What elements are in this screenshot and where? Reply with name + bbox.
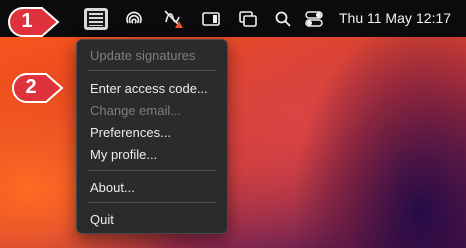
- screen-mirroring-icon[interactable]: [238, 9, 258, 29]
- menu-item-preferences[interactable]: Preferences...: [90, 125, 171, 140]
- menu-separator: [87, 70, 217, 71]
- window-icon[interactable]: [201, 9, 221, 29]
- document-list-icon[interactable]: [84, 8, 108, 30]
- signature-alert-icon[interactable]: [163, 9, 183, 29]
- menu-bar-time[interactable]: 12:17: [416, 10, 451, 26]
- callout-2: 2: [10, 71, 64, 105]
- menu-separator: [87, 170, 217, 171]
- menu-item-about[interactable]: About...: [90, 180, 135, 195]
- menu-bar: Thu 11 May 12:17: [0, 0, 466, 37]
- callout-1-number: 1: [21, 10, 33, 32]
- menu-item-change-email: Change email...: [90, 103, 182, 118]
- app-dropdown-menu: Update signatures Enter access code... C…: [76, 39, 228, 234]
- control-center-icon[interactable]: [304, 9, 324, 29]
- menu-item-update-signatures: Update signatures: [90, 48, 196, 63]
- menu-item-my-profile[interactable]: My profile...: [90, 147, 157, 162]
- fingerprint-icon[interactable]: [124, 9, 144, 29]
- search-icon[interactable]: [273, 9, 293, 29]
- menu-item-quit[interactable]: Quit: [90, 212, 114, 227]
- callout-2-number: 2: [25, 76, 37, 98]
- menu-item-enter-access-code[interactable]: Enter access code...: [90, 81, 208, 96]
- menu-separator: [87, 202, 217, 203]
- menu-bar-date[interactable]: Thu 11 May: [339, 10, 412, 26]
- callout-1: 1: [6, 5, 60, 39]
